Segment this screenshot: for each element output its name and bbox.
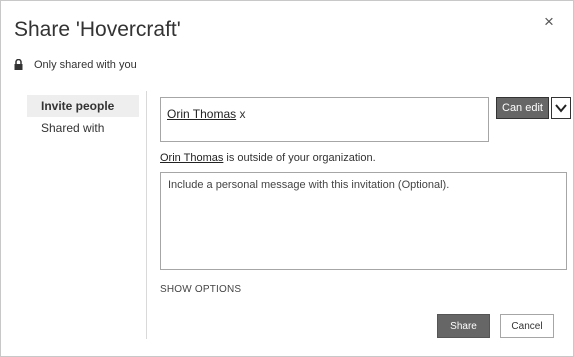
recipients-field[interactable]: Orin Thomas x bbox=[160, 97, 489, 142]
dialog-title: Share 'Hovercraft' bbox=[14, 18, 181, 41]
permission-select[interactable]: Can edit bbox=[496, 97, 571, 119]
sharing-status: Only shared with you bbox=[14, 58, 137, 71]
external-warning: Orin Thomas is outside of your organizat… bbox=[160, 152, 376, 164]
permission-value[interactable]: Can edit bbox=[496, 97, 549, 119]
share-button[interactable]: Share bbox=[437, 314, 490, 338]
sharing-status-text: Only shared with you bbox=[34, 59, 137, 71]
lock-icon bbox=[14, 58, 25, 71]
sidebar: Invite people Shared with bbox=[27, 95, 145, 139]
close-icon[interactable]: × bbox=[544, 12, 554, 32]
sidebar-item-shared-with[interactable]: Shared with bbox=[27, 117, 145, 139]
cancel-button[interactable]: Cancel bbox=[500, 314, 554, 338]
recipient-link[interactable]: Orin Thomas bbox=[167, 107, 236, 121]
warning-recipient-link[interactable]: Orin Thomas bbox=[160, 152, 223, 164]
show-options-link[interactable]: SHOW OPTIONS bbox=[160, 284, 241, 295]
share-dialog: Share 'Hovercraft' × Only shared with yo… bbox=[0, 0, 574, 357]
warning-text: is outside of your organization. bbox=[223, 152, 376, 164]
recipient-remove[interactable]: x bbox=[236, 107, 245, 121]
sidebar-item-invite-people[interactable]: Invite people bbox=[27, 95, 139, 117]
vertical-divider bbox=[146, 91, 147, 339]
chevron-down-icon[interactable] bbox=[550, 97, 571, 119]
message-textarea[interactable]: Include a personal message with this inv… bbox=[160, 172, 567, 270]
